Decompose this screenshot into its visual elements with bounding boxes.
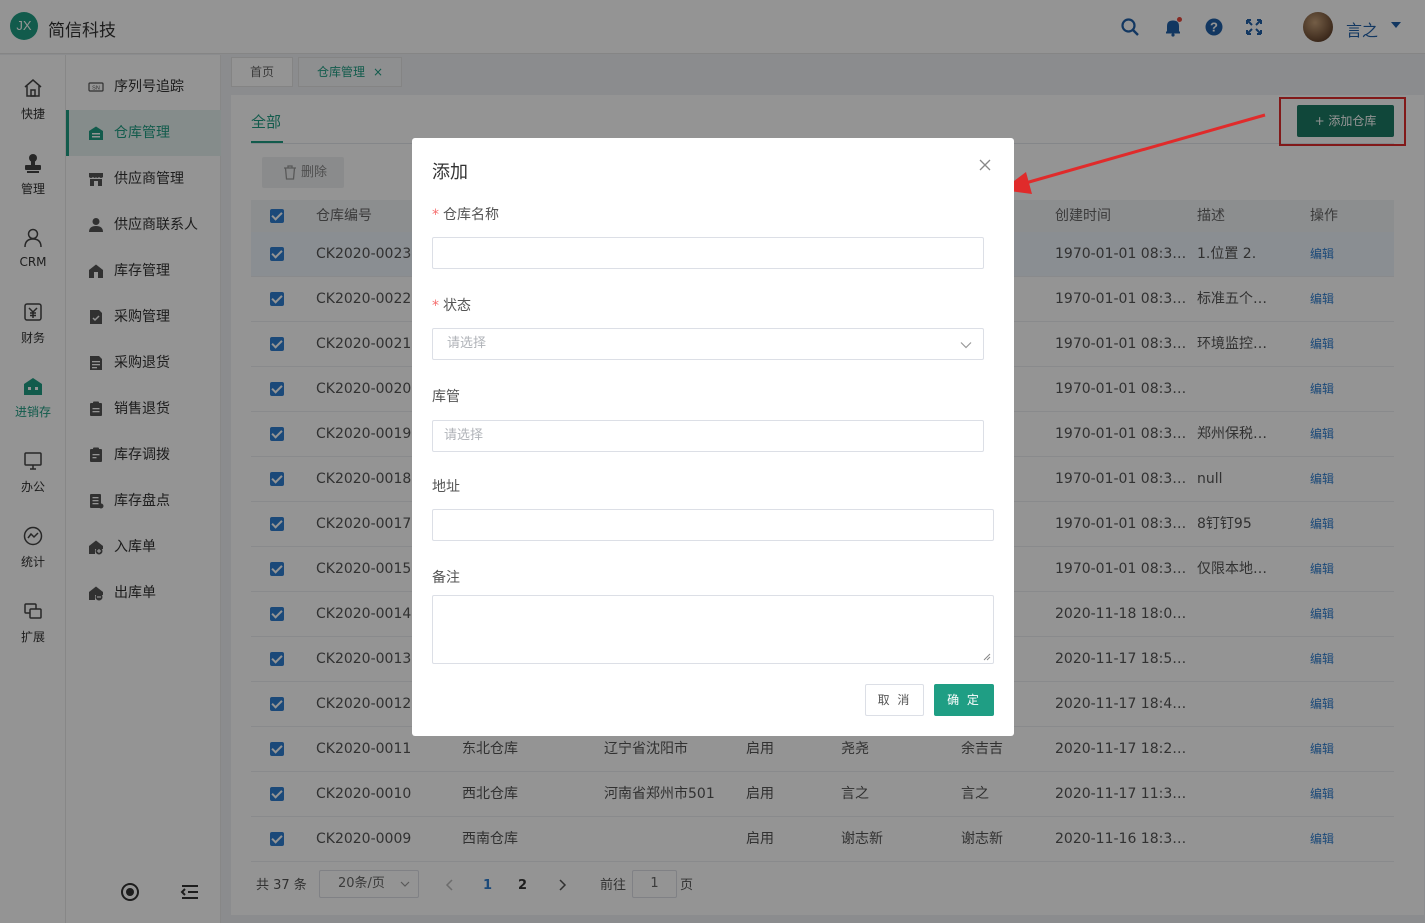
cancel-button[interactable]: 取 消	[865, 684, 924, 716]
label-text: 状态	[443, 298, 471, 314]
warehouse-name-input[interactable]	[432, 237, 984, 269]
dialog-title: 添加	[432, 162, 468, 183]
close-icon[interactable]	[978, 158, 992, 172]
remark-textarea[interactable]	[432, 595, 994, 664]
label-text: 仓库名称	[443, 207, 499, 223]
chevron-down-icon	[960, 342, 972, 349]
confirm-button[interactable]: 确 定	[934, 684, 994, 716]
field-label-name: * 仓库名称	[432, 204, 499, 224]
status-placeholder: 请选择	[447, 336, 487, 351]
field-label-address: 地址	[432, 479, 460, 495]
status-select[interactable]: 请选择	[432, 328, 984, 360]
field-label-status: * 状态	[432, 295, 471, 315]
add-warehouse-dialog: 添加 * 仓库名称 * 状态 请选择 库管 请选择 地址 备注 取 消 确 定	[412, 138, 1014, 736]
address-input[interactable]	[432, 509, 994, 541]
field-label-keeper: 库管	[432, 389, 460, 405]
field-label-remark: 备注	[432, 570, 460, 586]
resize-handle-icon[interactable]	[983, 653, 991, 661]
required-mark: *	[432, 298, 439, 314]
required-mark: *	[432, 207, 439, 223]
keeper-select[interactable]: 请选择	[432, 420, 984, 452]
